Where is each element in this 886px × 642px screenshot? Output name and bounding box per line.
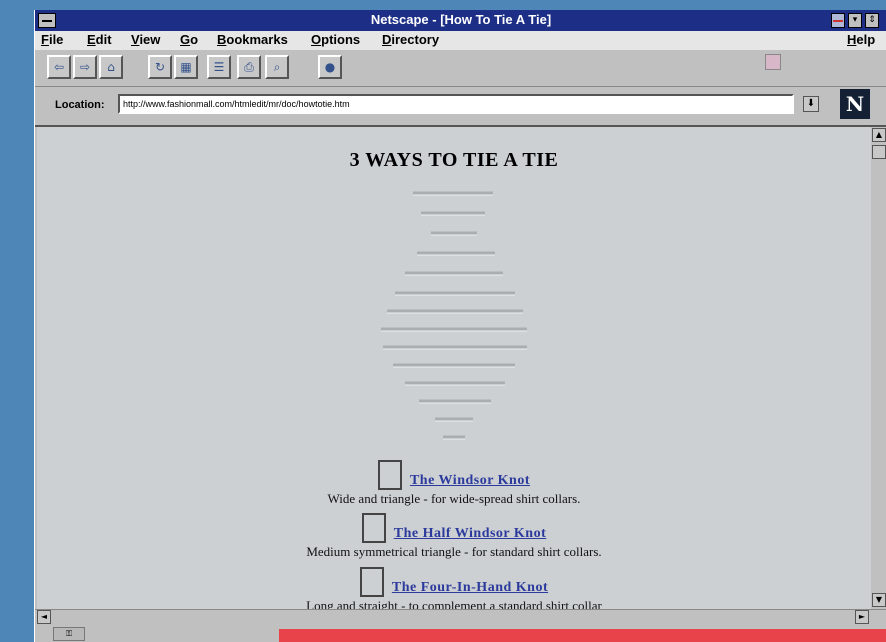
url-input[interactable]: http://www.fashionmall.com/htmledit/mr/d… bbox=[118, 94, 794, 114]
netscape-logo[interactable]: N bbox=[840, 89, 870, 119]
knot-image-placeholder[interactable] bbox=[361, 513, 386, 543]
images-icon[interactable]: ▦ bbox=[174, 55, 198, 79]
page-heading: 3 WAYS TO TIE A TIE bbox=[349, 149, 559, 171]
flag-icon bbox=[831, 13, 845, 28]
menu-bar: File Edit View Go Bookmarks Options Dire… bbox=[35, 31, 886, 50]
title-bar[interactable]: Netscape - [How To Tie A Tie] ▾ ⇕ bbox=[35, 10, 886, 31]
back-icon[interactable]: ⇦ bbox=[47, 55, 71, 79]
four-in-hand-knot-link[interactable]: The Four-In-Hand Knot bbox=[392, 580, 548, 595]
menu-file[interactable]: File bbox=[41, 32, 63, 47]
location-label: Location: bbox=[55, 99, 105, 111]
scroll-up-button[interactable]: ▲ bbox=[872, 128, 886, 142]
scroll-right-button[interactable]: ► bbox=[855, 610, 869, 624]
knot-item-windsor: The Windsor Knot Wide and triangle - for… bbox=[37, 460, 871, 507]
knot-description: Wide and triangle - for wide-spread shir… bbox=[327, 491, 581, 506]
tie-graphic bbox=[381, 191, 527, 440]
scroll-thumb[interactable] bbox=[872, 145, 886, 159]
browser-window: Netscape - [How To Tie A Tie] ▾ ⇕ File E… bbox=[34, 10, 886, 642]
knot-description: Medium symmetrical triangle - for standa… bbox=[306, 544, 602, 559]
toolbar: ⇦ ⇨ ⌂ ↻ ▦ ☰ ⎙ ⌕ ● bbox=[35, 50, 886, 87]
window-title: Netscape - [How To Tie A Tie] bbox=[370, 12, 552, 27]
knot-image-placeholder[interactable] bbox=[377, 460, 402, 490]
knot-item-four-in-hand: The Four-In-Hand Knot Long and straight … bbox=[37, 567, 871, 609]
open-icon[interactable]: ☰ bbox=[207, 55, 231, 79]
scroll-left-button[interactable]: ◄ bbox=[37, 610, 51, 624]
knot-description: Long and straight - to complement a stan… bbox=[306, 598, 602, 609]
progress-bar bbox=[279, 629, 886, 642]
security-key-icon: ⚿ bbox=[53, 627, 85, 641]
knot-image-placeholder[interactable] bbox=[359, 567, 384, 597]
restore-button[interactable]: ⇕ bbox=[865, 13, 879, 28]
scroll-down-button[interactable]: ▼ bbox=[872, 593, 886, 607]
half-windsor-knot-link[interactable]: The Half Windsor Knot bbox=[394, 526, 546, 541]
windsor-knot-link[interactable]: The Windsor Knot bbox=[410, 473, 530, 488]
find-icon[interactable]: ⌕ bbox=[265, 55, 289, 79]
location-bar: Location: http://www.fashionmall.com/htm… bbox=[35, 87, 886, 127]
menu-view[interactable]: View bbox=[131, 32, 160, 47]
url-dropdown-button[interactable]: ⬇ bbox=[803, 96, 819, 112]
horizontal-scrollbar[interactable]: ◄ ► bbox=[35, 609, 886, 624]
menu-bookmarks[interactable]: Bookmarks bbox=[217, 32, 288, 47]
home-icon[interactable]: ⌂ bbox=[99, 55, 123, 79]
menu-edit[interactable]: Edit bbox=[87, 32, 112, 47]
status-flag-icon bbox=[765, 54, 781, 70]
reload-icon[interactable]: ↻ bbox=[148, 55, 172, 79]
menu-go[interactable]: Go bbox=[180, 32, 198, 47]
knot-item-half-windsor: The Half Windsor Knot Medium symmetrical… bbox=[37, 513, 871, 560]
stop-icon[interactable]: ● bbox=[318, 55, 342, 79]
menu-help[interactable]: Help bbox=[847, 32, 875, 47]
minimize-button[interactable]: ▾ bbox=[848, 13, 862, 28]
menu-options[interactable]: Options bbox=[311, 32, 360, 47]
menu-directory[interactable]: Directory bbox=[382, 32, 439, 47]
forward-icon[interactable]: ⇨ bbox=[73, 55, 97, 79]
status-bar: ⚿ bbox=[35, 624, 886, 642]
page-content: 3 WAYS TO TIE A TIE The Windsor Knot Wid… bbox=[37, 127, 872, 609]
print-icon[interactable]: ⎙ bbox=[237, 55, 261, 79]
vertical-scrollbar[interactable]: ▲ ▼ bbox=[871, 127, 886, 609]
